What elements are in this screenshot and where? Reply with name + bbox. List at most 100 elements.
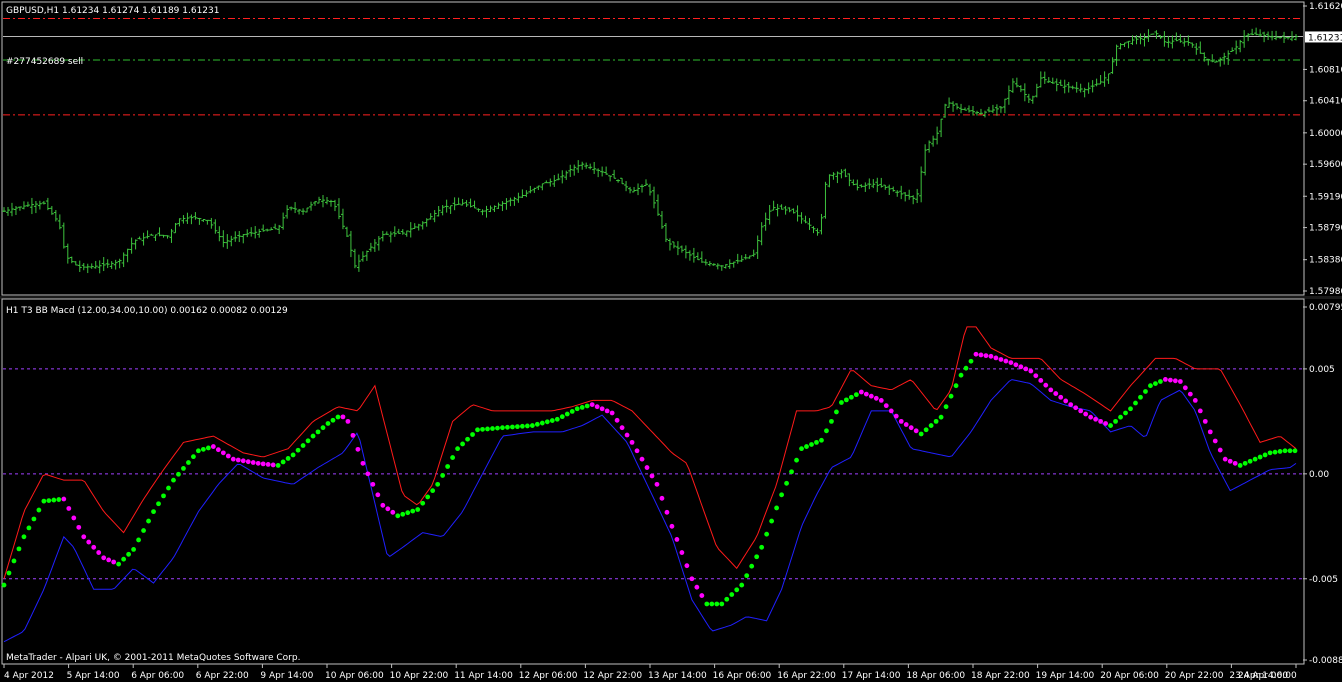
macd-point: [86, 539, 92, 545]
time-tick-label: 9 Apr 14:00: [260, 671, 313, 681]
macd-point: [1257, 454, 1263, 460]
macd-point: [1118, 414, 1123, 420]
macd-point: [101, 555, 107, 561]
macd-point: [848, 394, 854, 400]
macd-point: [1073, 405, 1079, 411]
macd-point: [1028, 368, 1034, 374]
macd-point: [589, 402, 595, 407]
macd-point: [898, 418, 904, 424]
indicator-tick-label: -0.005: [1309, 575, 1338, 585]
macd-point: [1207, 429, 1213, 435]
macd-point: [1287, 448, 1293, 454]
time-tick-label: 16 Apr 22:00: [777, 671, 836, 681]
macd-point: [649, 473, 655, 479]
window-background: [0, 0, 1342, 682]
macd-point: [824, 428, 829, 434]
macd-point: [814, 439, 819, 445]
macd-point: [435, 481, 441, 487]
macd-point: [749, 563, 755, 569]
macd-point: [1018, 364, 1024, 370]
macd-point: [883, 403, 889, 409]
macd-point: [280, 459, 286, 465]
macd-point: [61, 496, 67, 502]
macd-point: [569, 409, 575, 414]
macd-point: [300, 443, 306, 448]
macd-point: [1172, 378, 1178, 384]
macd-point: [345, 418, 351, 424]
macd-point: [200, 446, 206, 452]
macd-point: [1262, 452, 1268, 458]
macd-point: [310, 433, 316, 439]
macd-point: [774, 505, 780, 511]
time-tick-label: 11 Apr 14:00: [454, 671, 513, 681]
macd-point: [111, 559, 117, 565]
macd-point: [629, 439, 635, 445]
macd-point: [1292, 448, 1298, 454]
macd-point: [370, 481, 376, 487]
macd-point: [913, 428, 919, 434]
macd-point: [843, 397, 849, 403]
macd-point: [938, 414, 944, 420]
macd-point: [510, 424, 515, 430]
macd-point: [470, 432, 475, 437]
macd-point: [659, 495, 665, 501]
macd-point: [529, 423, 535, 428]
macd-point: [1282, 448, 1288, 454]
macd-point: [235, 457, 241, 463]
macd-point: [210, 444, 216, 449]
macd-point: [195, 448, 201, 454]
macd-point: [275, 463, 281, 468]
macd-point: [1277, 449, 1283, 454]
macd-point: [320, 425, 326, 431]
macd-point: [1013, 362, 1019, 368]
time-tick-label: 20 Apr 22:00: [1165, 671, 1224, 681]
macd-point: [1138, 394, 1143, 400]
macd-point: [684, 563, 690, 569]
macd-point: [295, 447, 301, 453]
macd-point: [265, 462, 271, 467]
macd-point: [315, 429, 321, 435]
order-label[interactable]: #277452689 sell: [6, 57, 83, 67]
macd-point: [1212, 438, 1218, 444]
macd-point: [784, 480, 789, 486]
macd-point: [365, 471, 371, 477]
macd-point: [400, 511, 406, 517]
macd-point: [893, 413, 899, 419]
macd-point: [754, 554, 760, 560]
macd-point: [983, 353, 989, 359]
macd-point: [1088, 414, 1094, 420]
macd-point: [968, 358, 974, 364]
current-price-tag: 1.61231: [1305, 31, 1342, 43]
macd-point: [933, 418, 939, 424]
indicator-tick-label: 0.00: [1309, 470, 1329, 480]
terminal-chart-window[interactable]: 1.61620 1.60810 1.60410 1.60000 1.59600 1.591…: [0, 0, 1342, 682]
macd-point: [500, 425, 505, 431]
macd-point: [993, 355, 999, 361]
time-tick-label: 24 Apr 06:00: [1238, 671, 1297, 681]
macd-point: [385, 506, 391, 512]
time-tick-label: 16 Apr 06:00: [713, 671, 772, 681]
ohlc-bar: [1150, 33, 1155, 35]
macd-point: [1123, 410, 1128, 416]
macd-point: [1003, 358, 1009, 364]
macd-point: [36, 507, 42, 513]
indicator-tick-label: -0.00887: [1309, 656, 1342, 666]
macd-point: [91, 544, 97, 550]
macd-point: [445, 464, 451, 469]
macd-point: [176, 471, 181, 477]
macd-point: [425, 494, 431, 500]
time-tick-label: 19 Apr 14:00: [1036, 671, 1095, 681]
macd-point: [1197, 408, 1203, 414]
macd-point: [260, 461, 266, 467]
macd-point: [664, 509, 670, 515]
macd-point: [141, 528, 146, 533]
macd-point: [410, 508, 416, 514]
macd-point: [360, 460, 366, 466]
macd-point: [963, 365, 969, 371]
macd-point: [161, 493, 166, 499]
time-tick-label: 12 Apr 06:00: [519, 671, 578, 681]
macd-point: [1217, 447, 1223, 453]
macd-point: [1133, 400, 1138, 406]
macd-point: [420, 500, 426, 506]
macd-point: [450, 455, 456, 460]
